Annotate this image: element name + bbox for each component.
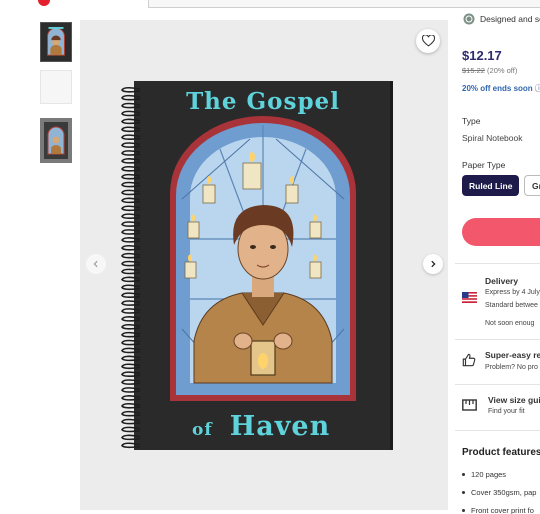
favorite-button[interactable] <box>416 29 440 53</box>
type-label: Type <box>462 116 481 126</box>
thumbnail-front-cover-image <box>41 23 71 61</box>
cover-title-of: of <box>192 420 213 440</box>
size-guide-link[interactable]: View size guid <box>488 395 540 405</box>
size-guide-subtitle: Find your fit <box>488 408 525 415</box>
site-logo[interactable] <box>38 0 50 6</box>
divider <box>455 263 540 264</box>
feature-item: Front cover print fo <box>462 506 536 514</box>
thumbnail-angled-view-image <box>40 118 72 163</box>
paper-option-ruled-line[interactable]: Ruled Line <box>462 175 520 196</box>
feature-item: 120 pages <box>462 470 536 488</box>
delivery-express: Express by 4 July <box>485 289 540 296</box>
returns-subtitle: Problem? No pro <box>485 364 538 371</box>
chevron-left-icon <box>93 260 98 268</box>
thumbs-up-icon <box>462 353 476 367</box>
add-to-cart-button[interactable] <box>462 218 540 246</box>
thumbnail-angled-view[interactable] <box>40 118 72 163</box>
current-price: $12.17 <box>462 48 502 63</box>
notebook-cover-art: The Gospel of Haven <box>121 81 393 450</box>
us-flag-icon <box>462 292 477 303</box>
delivery-title: Delivery <box>485 276 519 286</box>
original-price-value: $15.22 <box>462 66 485 75</box>
divider <box>455 430 540 431</box>
returns-title: Super-easy ret <box>485 350 540 360</box>
designer-badge[interactable]: Designed and sol <box>463 13 540 25</box>
designer-badge-icon <box>463 13 475 25</box>
chevron-right-icon <box>431 260 436 268</box>
type-value: Spiral Notebook <box>462 133 523 143</box>
thumbnail-back-cover[interactable] <box>40 70 72 104</box>
product-features-list: 120 pages Cover 350gsm, pap Front cover … <box>462 470 536 514</box>
cover-title-bottom: Haven <box>230 411 331 442</box>
product-details-panel: Designed and sol $12.17 $15.22 (20% off)… <box>455 0 540 514</box>
paper-type-label: Paper Type <box>462 160 506 170</box>
delivery-standard: Standard betwee <box>485 302 538 309</box>
stained-glass-window <box>170 116 356 401</box>
designer-text: Designed and sol <box>480 14 540 24</box>
promo-label: 20% off ends soon <box>462 84 533 93</box>
thumbnail-front-cover[interactable] <box>40 22 72 62</box>
heart-icon <box>421 35 435 47</box>
product-image-gallery: The Gospel of Haven <box>80 20 448 510</box>
divider <box>455 339 540 340</box>
ruler-icon <box>462 399 477 411</box>
divider <box>455 384 540 385</box>
promo-text[interactable]: 20% off ends soon ⓘ <box>462 83 540 94</box>
spiral-notebook-image: The Gospel of Haven <box>120 79 395 452</box>
cover-title-top: The Gospel <box>186 88 340 115</box>
discount-label: (20% off) <box>487 66 518 75</box>
original-price: $15.22 (20% off) <box>462 66 517 75</box>
paper-option-grid[interactable]: Gr <box>524 175 540 196</box>
next-image-button[interactable] <box>423 254 443 274</box>
feature-item: Cover 350gsm, pap <box>462 488 536 506</box>
previous-image-button[interactable] <box>86 254 106 274</box>
product-features-title: Product features <box>462 447 540 458</box>
delivery-note[interactable]: Not soon enoug <box>485 320 534 327</box>
info-icon: ⓘ <box>534 84 540 93</box>
